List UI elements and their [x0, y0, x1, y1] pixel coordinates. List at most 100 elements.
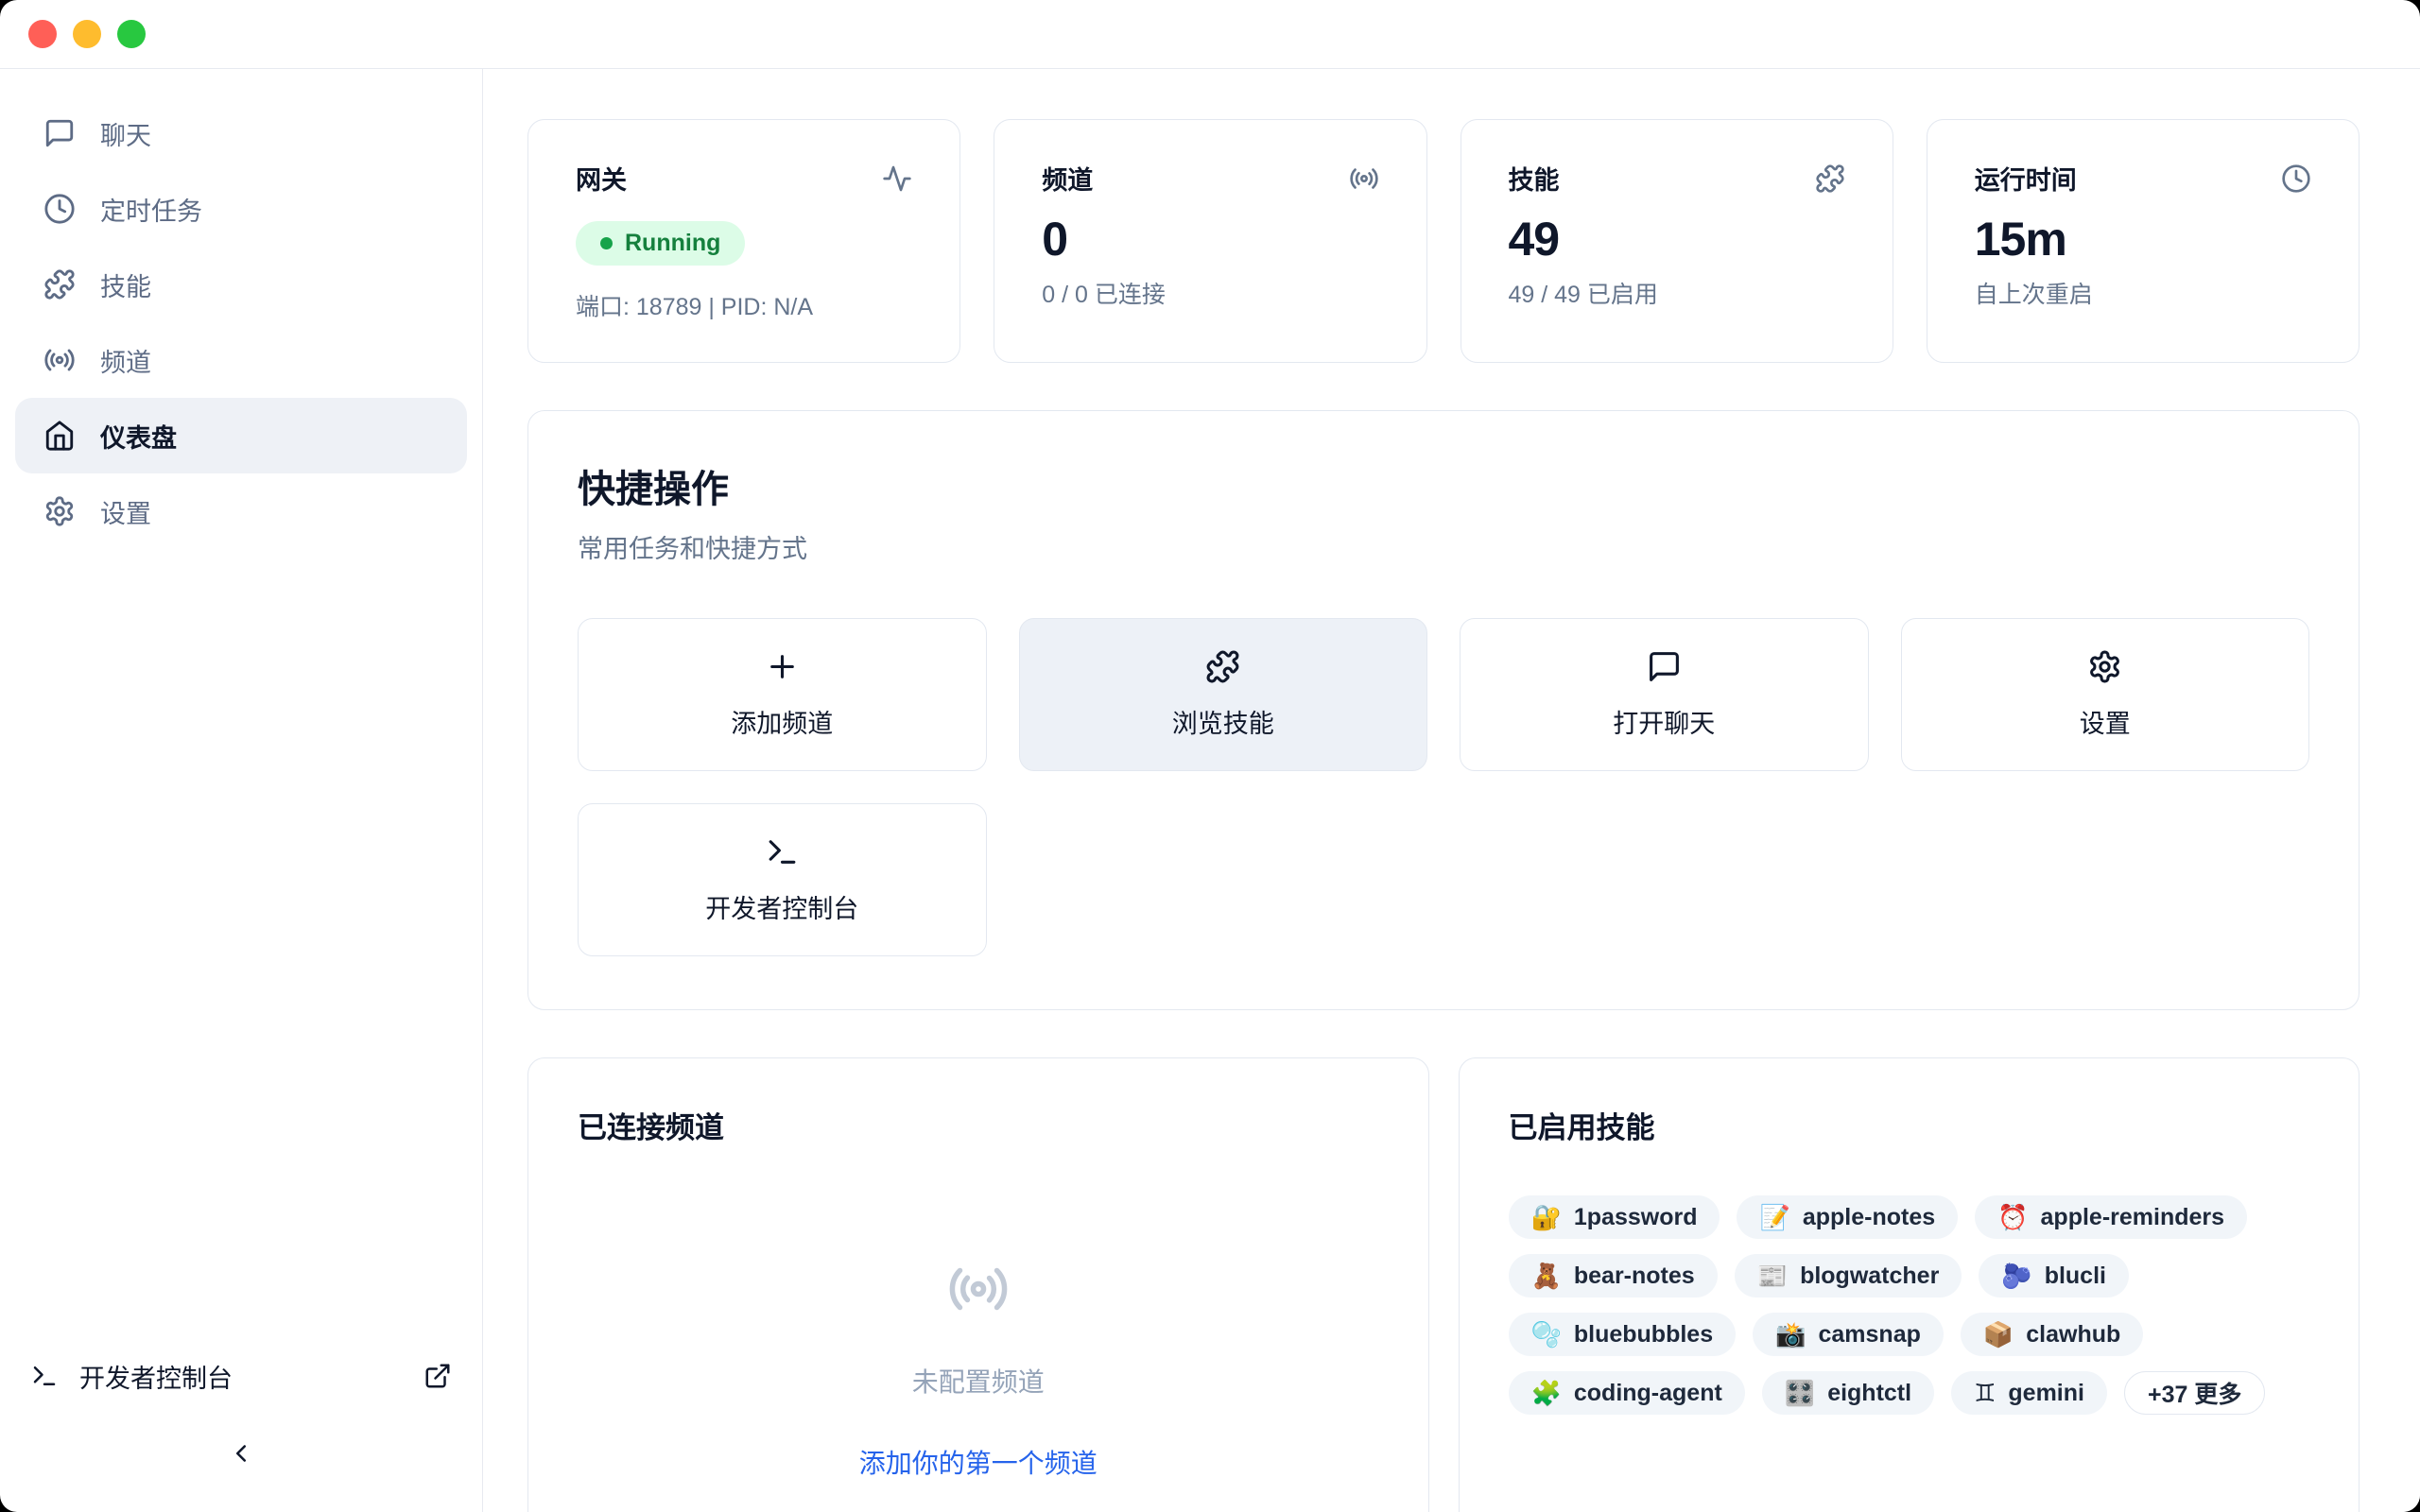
skills-chip-list: 🔐 1password 📝 apple-notes ⏰ appl — [1509, 1195, 2310, 1415]
app-body: 聊天 定时任务 技能 频道 — [0, 69, 2420, 1512]
bottom-panels: 已连接频道 未配置频道 添加你的第一个频道 已启用技能 🔐 — [527, 1057, 2360, 1512]
home-icon — [43, 420, 76, 452]
chat-icon — [43, 117, 76, 149]
titlebar — [0, 0, 2420, 69]
skill-chip: 🔐 1password — [1509, 1195, 1720, 1239]
sidebar-item-label: 频道 — [100, 342, 151, 379]
stat-card-title: 技能 — [1509, 160, 1560, 197]
quick-action-label: 浏览技能 — [1172, 703, 1274, 740]
skill-emoji: 🧩 — [1531, 1381, 1562, 1405]
terminal-icon — [765, 834, 800, 869]
sidebar-item[interactable]: 定时任务 — [15, 171, 467, 247]
dev-console-row[interactable]: 开发者控制台 — [15, 1346, 467, 1406]
sidebar-item[interactable]: 设置 — [15, 473, 467, 549]
skill-emoji: 🫐 — [2001, 1263, 2031, 1288]
sidebar-item-label: 技能 — [100, 266, 151, 303]
stat-card: 技能 49 49 / 49 已启用 — [1461, 119, 1893, 363]
activity-icon — [882, 163, 912, 194]
dashboard-main: 网关 Running 端口: 18789 | PID: N/A — [483, 69, 2420, 1512]
clock-icon — [2281, 163, 2311, 194]
radio-icon — [43, 344, 76, 376]
minimize-window-button[interactable] — [73, 20, 101, 48]
skill-emoji: ♊ — [1974, 1381, 1996, 1405]
quick-action-button[interactable]: 开发者控制台 — [578, 803, 987, 956]
sidebar-item[interactable]: 技能 — [15, 247, 467, 322]
skill-emoji: 🎛️ — [1785, 1381, 1815, 1405]
skill-emoji: 🔐 — [1531, 1205, 1562, 1229]
skill-name: blucli — [2045, 1263, 2106, 1290]
gear-icon — [2087, 649, 2122, 684]
status-badge-label: Running — [625, 230, 720, 257]
stat-card-value: 49 — [1509, 212, 1845, 266]
sidebar-item-label: 聊天 — [100, 115, 151, 152]
quick-action-button[interactable]: 设置 — [1901, 618, 2310, 771]
connected-channels-title: 已连接频道 — [578, 1104, 1379, 1146]
quick-action-label: 添加频道 — [731, 703, 833, 740]
skill-chip: 📝 apple-notes — [1737, 1195, 1958, 1239]
quick-actions-title: 快捷操作 — [578, 458, 2309, 513]
skill-chip: 🫧 bluebubbles — [1509, 1313, 1737, 1356]
stat-card-value: 0 — [1042, 212, 1378, 266]
quick-action-label: 开发者控制台 — [705, 888, 858, 925]
stat-card: 频道 0 0 / 0 已连接 — [994, 119, 1426, 363]
quick-action-button[interactable]: 浏览技能 — [1019, 618, 1428, 771]
external-link-icon[interactable] — [424, 1362, 452, 1390]
stat-card-title: 频道 — [1042, 160, 1093, 197]
sidebar-item-label: 设置 — [100, 493, 151, 530]
close-window-button[interactable] — [28, 20, 57, 48]
plus-icon — [765, 649, 800, 684]
skill-name: bear-notes — [1574, 1263, 1695, 1290]
stat-card-title: 运行时间 — [1975, 160, 2077, 197]
puzzle-icon — [1815, 163, 1845, 194]
skill-chip: 📸 camsnap — [1753, 1313, 1944, 1356]
add-first-channel-link[interactable]: 添加你的第一个频道 — [859, 1443, 1098, 1481]
stat-card: 网关 Running 端口: 18789 | PID: N/A — [527, 119, 960, 363]
sidebar-item-label: 定时任务 — [100, 191, 202, 228]
skill-chip: 🧸 bear-notes — [1509, 1254, 1718, 1297]
quick-action-button[interactable]: 打开聊天 — [1460, 618, 1869, 771]
quick-action-label: 设置 — [2080, 703, 2131, 740]
stat-card-subtitle: 自上次重启 — [1975, 276, 2311, 310]
skill-emoji: 📝 — [1759, 1205, 1789, 1229]
chevron-left-icon — [227, 1439, 255, 1468]
skill-name: camsnap — [1818, 1321, 1920, 1349]
stat-card-subtitle: 49 / 49 已启用 — [1509, 276, 1845, 310]
status-dot — [600, 237, 613, 249]
radio-icon — [947, 1258, 1010, 1320]
stats-row: 网关 Running 端口: 18789 | PID: N/A — [527, 119, 2360, 363]
sidebar-item[interactable]: 仪表盘 — [15, 398, 467, 473]
enabled-skills-panel: 已启用技能 🔐 1password 📝 apple-notes — [1459, 1057, 2360, 1512]
sidebar-nav: 聊天 定时任务 技能 频道 — [15, 95, 467, 549]
zoom-window-button[interactable] — [117, 20, 146, 48]
skill-chip: 🎛️ eightctl — [1762, 1371, 1934, 1415]
skill-name: gemini — [2008, 1380, 2084, 1407]
skill-chip: 📰 blogwatcher — [1735, 1254, 1962, 1297]
stat-card-meta: 端口: 18789 | PID: N/A — [576, 288, 912, 322]
stat-card-title: 网关 — [576, 160, 627, 197]
sidebar-item[interactable]: 聊天 — [15, 95, 467, 171]
sidebar-item[interactable]: 频道 — [15, 322, 467, 398]
app-window: 聊天 定时任务 技能 频道 — [0, 0, 2420, 1512]
skill-name: clawhub — [2026, 1321, 2120, 1349]
skill-chip: 🫐 blucli — [1979, 1254, 2129, 1297]
clock-icon — [43, 193, 76, 225]
radio-icon — [1349, 163, 1379, 194]
skill-chip: 📦 clawhub — [1961, 1313, 2143, 1356]
skill-emoji: 📦 — [1983, 1322, 2014, 1347]
skill-chip: ⏰ apple-reminders — [1975, 1195, 2247, 1239]
gear-icon — [43, 495, 76, 527]
stat-card-subtitle: 0 / 0 已连接 — [1042, 276, 1378, 310]
puzzle-icon — [43, 268, 76, 301]
stat-card-value: 15m — [1975, 212, 2311, 266]
terminal-icon — [30, 1362, 59, 1390]
sidebar: 聊天 定时任务 技能 频道 — [0, 69, 483, 1512]
quick-action-button[interactable]: 添加频道 — [578, 618, 987, 771]
skills-more-chip[interactable]: +37 更多 — [2124, 1371, 2265, 1415]
sidebar-item-label: 仪表盘 — [100, 418, 177, 455]
skill-name: apple-notes — [1803, 1204, 1935, 1231]
skill-name: bluebubbles — [1574, 1321, 1713, 1349]
channels-empty-text: 未配置频道 — [912, 1362, 1045, 1400]
sidebar-spacer — [15, 549, 467, 1346]
sidebar-collapse-button[interactable] — [15, 1419, 467, 1487]
channels-empty-state: 未配置频道 添加你的第一个频道 — [578, 1258, 1379, 1481]
